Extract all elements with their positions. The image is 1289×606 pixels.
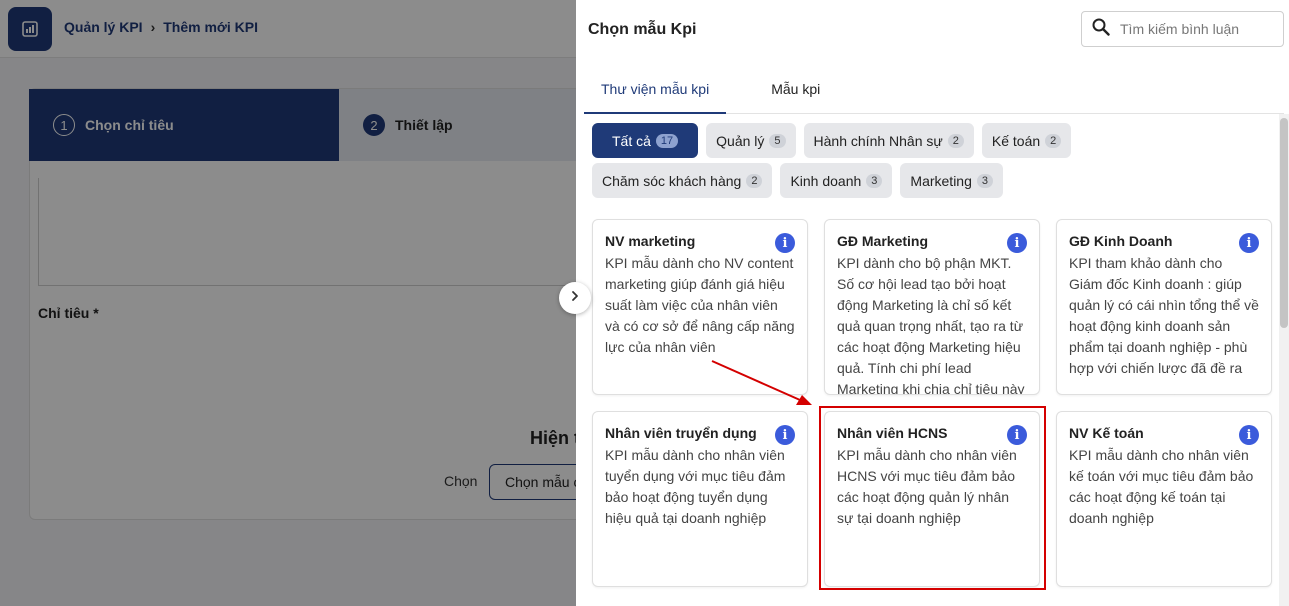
category-chip-management[interactable]: Quản lý 5 xyxy=(706,123,796,158)
card-description: KPI dành cho bộ phận MKT. Số cơ hội lead… xyxy=(837,255,1025,395)
chip-count: 2 xyxy=(1045,133,1062,148)
chip-count: 2 xyxy=(947,133,964,148)
info-icon[interactable]: i xyxy=(1007,425,1027,445)
card-title: GĐ Kinh Doanh xyxy=(1069,233,1173,249)
scrollbar-thumb[interactable] xyxy=(1280,118,1288,328)
category-chip-sales[interactable]: Kinh doanh 3 xyxy=(780,163,893,198)
info-icon[interactable]: i xyxy=(1239,233,1259,253)
card-description: KPI mẫu dành cho nhân viên tuyển dụng vớ… xyxy=(605,447,786,526)
card-description: KPI tham khảo dành cho Giám đốc Kinh doa… xyxy=(1069,255,1259,376)
card-title: Nhân viên truyển dụng xyxy=(605,425,757,441)
chip-count: 3 xyxy=(976,173,993,188)
info-icon[interactable]: i xyxy=(775,233,795,253)
card-title: NV marketing xyxy=(605,233,696,249)
template-card[interactable]: GĐ Kinh Doanh i KPI tham khảo dành cho G… xyxy=(1056,219,1272,395)
card-description: KPI mẫu dành cho nhân viên kế toán với m… xyxy=(1069,447,1254,526)
chip-label: Kinh doanh xyxy=(790,172,862,189)
card-title: Nhân viên HCNS xyxy=(837,425,948,441)
category-chip-customer-care[interactable]: Chăm sóc khách hàng 2 xyxy=(592,163,773,198)
chip-label: Quản lý xyxy=(716,132,765,149)
chip-count: 3 xyxy=(866,173,883,188)
template-card-hcns[interactable]: Nhân viên HCNS i KPI mẫu dành cho nhân v… xyxy=(824,411,1040,587)
chip-count: 2 xyxy=(746,173,763,188)
template-card[interactable]: NV Kế toán i KPI mẫu dành cho nhân viên … xyxy=(1056,411,1272,587)
info-icon[interactable]: i xyxy=(1239,425,1259,445)
category-chip-hr-admin[interactable]: Hành chính Nhân sự 2 xyxy=(803,123,974,158)
chip-count: 17 xyxy=(655,133,679,148)
chevron-right-icon xyxy=(569,289,581,307)
modal-overlay[interactable] xyxy=(0,0,576,606)
chip-count: 5 xyxy=(769,133,786,148)
chip-label: Tất cả xyxy=(612,132,651,149)
card-title: NV Kế toán xyxy=(1069,425,1144,441)
chip-label: Marketing xyxy=(910,172,972,189)
collapse-drawer-button[interactable] xyxy=(559,282,591,314)
tab-my-templates[interactable]: Mẫu kpi xyxy=(754,68,837,114)
card-description: KPI mẫu dành cho NV content marketing gi… xyxy=(605,255,795,355)
template-card[interactable]: NV marketing i KPI mẫu dành cho NV conte… xyxy=(592,219,808,395)
category-chip-accounting[interactable]: Kế toán 2 xyxy=(981,123,1072,158)
tab-template-library[interactable]: Thư viện mẫu kpi xyxy=(584,68,727,114)
card-description: KPI mẫu dành cho nhân viên HCNS với mục … xyxy=(837,447,1017,526)
template-card[interactable]: GĐ Marketing i KPI dành cho bộ phận MKT.… xyxy=(824,219,1040,395)
template-tabs: Thư viện mẫu kpi Mẫu kpi xyxy=(584,68,1284,114)
search-icon xyxy=(1092,18,1110,41)
search-input[interactable] xyxy=(1120,21,1270,37)
category-filters: Tất cả 17 Quản lý 5 Hành chính Nhân sự 2… xyxy=(592,123,1252,198)
category-chip-marketing[interactable]: Marketing 3 xyxy=(900,163,1003,198)
chip-label: Kế toán xyxy=(991,132,1041,149)
info-icon[interactable]: i xyxy=(775,425,795,445)
card-title: GĐ Marketing xyxy=(837,233,929,249)
drawer-title: Chọn mẫu Kpi xyxy=(588,21,697,38)
category-chip-all[interactable]: Tất cả 17 xyxy=(592,123,699,158)
chip-label: Chăm sóc khách hàng xyxy=(602,172,742,189)
info-icon[interactable]: i xyxy=(1007,233,1027,253)
chip-label: Hành chính Nhân sự xyxy=(813,132,943,149)
kpi-template-drawer: Chọn mẫu Kpi Thư viện mẫu kpi Mẫu kpi Tấ… xyxy=(576,0,1289,606)
search-box[interactable] xyxy=(1081,11,1284,47)
template-card[interactable]: Nhân viên truyển dụng i KPI mẫu dành cho… xyxy=(592,411,808,587)
